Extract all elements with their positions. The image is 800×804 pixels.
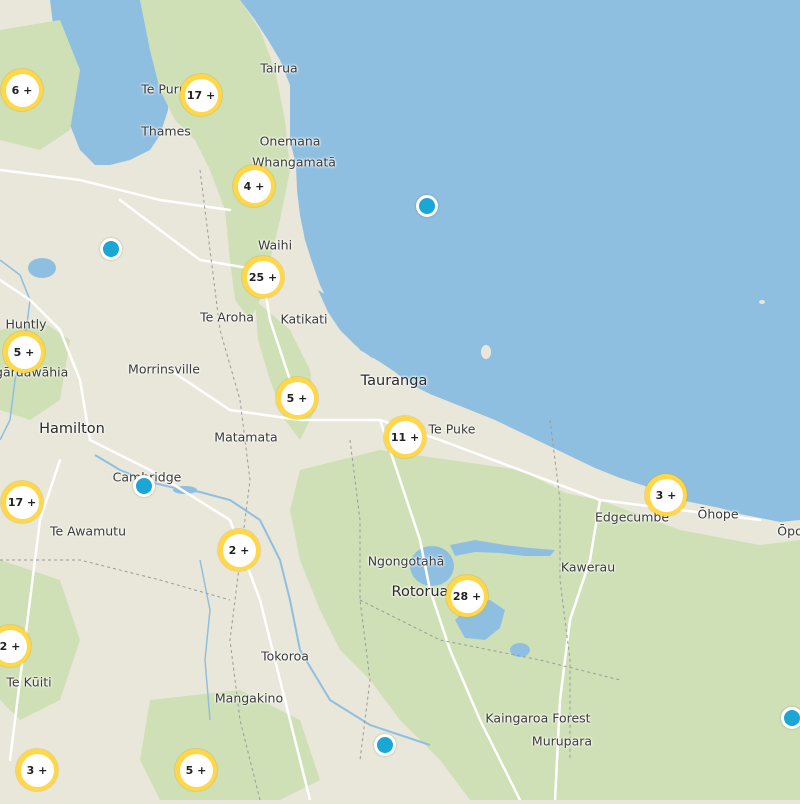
place-matamata: Matamata	[214, 429, 278, 445]
map-canvas[interactable]: Tairua Te Puru Thames Onemana Whangamatā…	[0, 0, 800, 802]
place-katikati: Katikati	[280, 311, 328, 327]
cluster-count: 5 +	[179, 753, 213, 787]
cluster-marker[interactable]: 3 +	[645, 474, 687, 516]
place-kaingaroa-forest: Kaingaroa Forest	[485, 710, 591, 726]
cluster-marker[interactable]: 6 +	[1, 69, 43, 111]
cluster-marker[interactable]: 3 +	[16, 749, 58, 791]
cluster-marker[interactable]: 11 +	[384, 416, 426, 458]
place-te-puke: Te Puke	[428, 421, 476, 437]
place-hamilton: Hamilton	[39, 421, 105, 437]
location-marker[interactable]	[133, 475, 155, 497]
cluster-marker[interactable]: 5 +	[175, 749, 217, 791]
cluster-count: 11 +	[388, 420, 422, 454]
place-rotorua: Rotorua	[391, 584, 449, 600]
cluster-count: 6 +	[5, 73, 39, 107]
cluster-count: 2 +	[0, 629, 27, 663]
cluster-count: 17 +	[5, 485, 39, 519]
place-ohope: Ōhope	[697, 506, 739, 522]
island-motiti	[759, 300, 765, 304]
place-opotiki: Ōpo	[777, 523, 800, 539]
cluster-count: 3 +	[649, 478, 683, 512]
cluster-marker[interactable]: 25 +	[242, 256, 284, 298]
place-mangakino: Mangakino	[214, 690, 284, 706]
place-waihi: Waihi	[257, 237, 293, 253]
place-huntly: Huntly	[5, 316, 47, 332]
island-mayor	[481, 345, 491, 359]
place-te-awamutu: Te Awamutu	[49, 523, 127, 539]
place-ngongotaha: Ngongotahā	[367, 553, 445, 569]
place-te-kuiti: Te Kūiti	[6, 674, 52, 690]
location-marker[interactable]	[416, 195, 438, 217]
place-murupara: Murupara	[531, 733, 593, 749]
cluster-count: 4 +	[237, 169, 271, 203]
cluster-marker[interactable]: 2 +	[218, 529, 260, 571]
place-tauranga: Tauranga	[360, 373, 428, 389]
cluster-count: 25 +	[246, 260, 280, 294]
place-thames: Thames	[141, 123, 191, 139]
place-tokoroa: Tokoroa	[261, 648, 309, 664]
place-te-aroha: Te Aroha	[200, 309, 254, 325]
cluster-count: 28 +	[450, 579, 484, 613]
lake-waikare	[28, 258, 56, 278]
cluster-count: 17 +	[184, 78, 218, 112]
cluster-marker[interactable]: 5 +	[3, 331, 45, 373]
place-onemana: Onemana	[259, 133, 321, 149]
cluster-count: 2 +	[222, 533, 256, 567]
cluster-marker[interactable]: 17 +	[180, 74, 222, 116]
cluster-marker[interactable]: 4 +	[233, 165, 275, 207]
location-marker[interactable]	[100, 238, 122, 260]
cluster-marker[interactable]: 5 +	[276, 377, 318, 419]
cluster-marker[interactable]: 17 +	[1, 481, 43, 523]
location-marker[interactable]	[781, 707, 800, 729]
cluster-marker[interactable]: 28 +	[446, 575, 488, 617]
place-morrinsville: Morrinsville	[128, 361, 200, 377]
place-tairua: Tairua	[260, 60, 298, 76]
cluster-count: 5 +	[7, 335, 41, 369]
map-basemap	[0, 0, 800, 802]
location-marker[interactable]	[374, 734, 396, 756]
cluster-count: 3 +	[20, 753, 54, 787]
cluster-count: 5 +	[280, 381, 314, 415]
place-kawerau: Kawerau	[560, 559, 616, 575]
